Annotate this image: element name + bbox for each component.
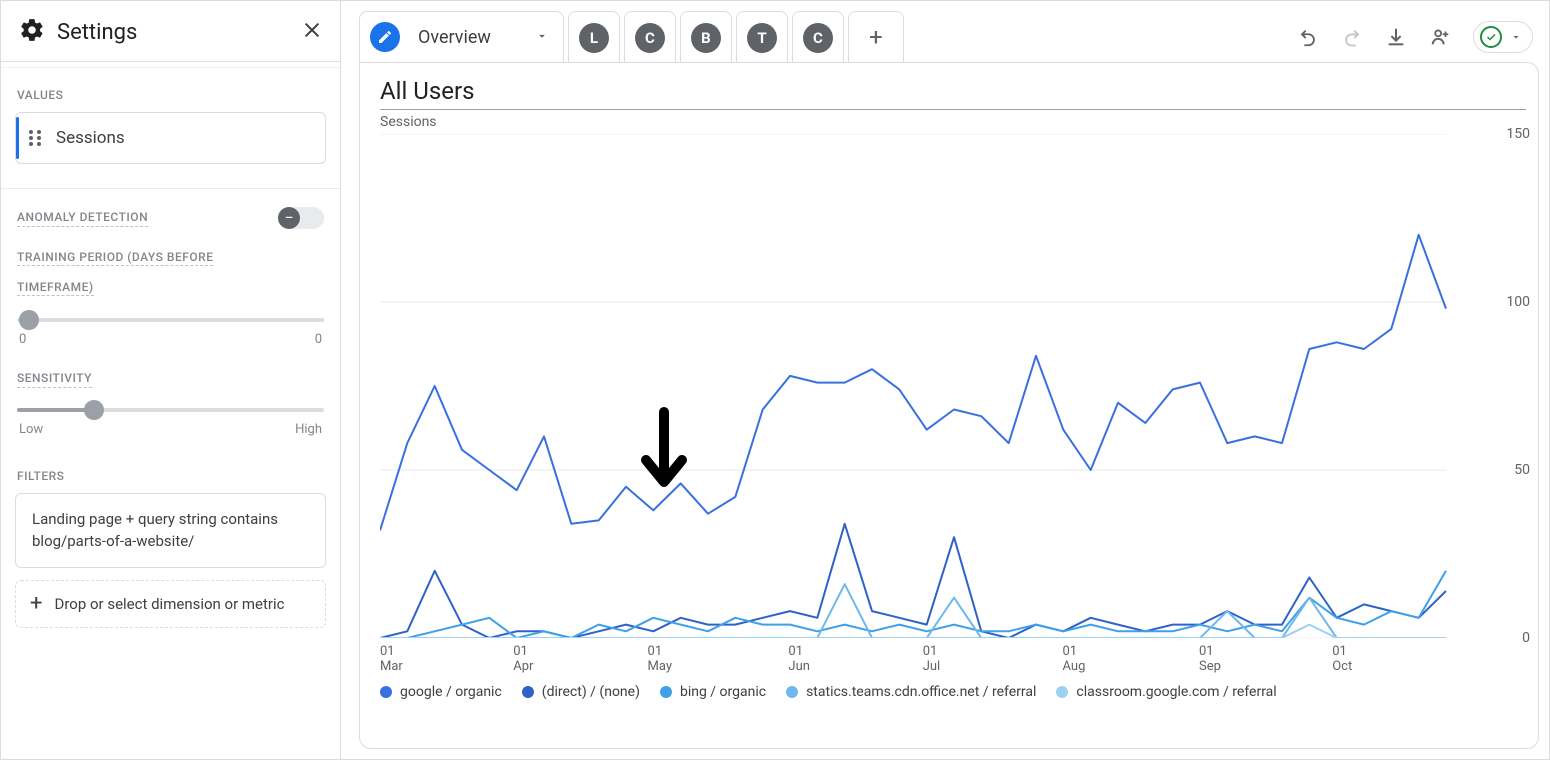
training-slider-min: 0 [19,332,26,347]
legend-dot-icon [1056,686,1068,698]
download-icon[interactable] [1385,26,1407,48]
x-tick-label: 01Oct [1332,644,1352,674]
chart-area: 050100150 01Mar01Apr01May01Jun01Jul01Aug… [380,134,1526,638]
chevron-down-icon [1510,31,1522,43]
close-icon[interactable] [302,20,322,44]
tab-circle-1[interactable]: C [624,11,676,63]
tab-circle-badge: T [747,23,777,53]
legend-dot-icon [522,686,534,698]
filter-card[interactable]: Landing page + query string contains blo… [15,493,326,568]
training-period-slider[interactable] [17,318,324,322]
training-period-label: TRAINING PERIOD (DAYS BEFORE TIMEFRAME) [11,241,330,312]
card-subtitle: Sessions [380,114,1526,130]
app-root: Settings VALUES Sessions ANOMALY DETECTI… [0,0,1550,760]
gear-icon [19,17,45,47]
tab-circle-2[interactable]: B [680,11,732,63]
drag-handle-icon[interactable] [28,129,42,147]
training-slider-max: 0 [315,332,322,347]
pencil-icon [370,22,400,52]
legend-dot-icon [660,686,672,698]
card-title: All Users [380,77,1526,110]
legend-dot-icon [786,686,798,698]
legend-label: statics.teams.cdn.office.net / referral [806,684,1036,700]
tab-circle-badge: C [635,23,665,53]
x-tick-label: 01Aug [1063,644,1086,674]
plus-icon: + [30,593,42,615]
sensitivity-low-label: Low [19,422,43,437]
sensitivity-label: SENSITIVITY [17,371,92,388]
x-tick-label: 01Jun [788,644,810,674]
tab-circle-badge: C [803,23,833,53]
y-tick-label: 50 [1514,462,1530,478]
redo-icon[interactable] [1341,26,1363,48]
y-tick-label: 150 [1506,126,1530,142]
legend-label: (direct) / (none) [542,684,640,700]
settings-sidebar: Settings VALUES Sessions ANOMALY DETECTI… [1,1,341,759]
tab-circle-badge: L [579,23,609,53]
tab-bar: Overview LCBTC + [359,11,1539,63]
legend-item[interactable]: (direct) / (none) [522,684,640,700]
check-circle-icon [1480,26,1502,48]
tab-circle-badge: B [691,23,721,53]
values-chip-label: Sessions [56,128,125,148]
report-card: All Users Sessions 050100150 01Mar01Apr0… [359,62,1539,749]
x-tick-label: 01Sep [1199,644,1221,674]
x-tick-label: 01Jul [923,644,941,674]
filters-section-label: FILTERS [11,463,330,493]
share-icon[interactable] [1429,26,1451,48]
x-tick-label: 01Apr [513,644,533,674]
tab-overview-label: Overview [418,27,491,48]
drop-dimension-card[interactable]: + Drop or select dimension or metric [15,580,326,628]
chart-legend: google / organic (direct) / (none) bing / … [380,684,1526,700]
tab-circle-4[interactable]: C [792,11,844,63]
legend-item[interactable]: statics.teams.cdn.office.net / referral [786,684,1036,700]
legend-item[interactable]: google / organic [380,684,502,700]
anomaly-detection-label: ANOMALY DETECTION [17,210,148,227]
tab-circle-3[interactable]: T [736,11,788,63]
toggle-knob-icon: − [278,207,300,229]
legend-label: google / organic [400,684,502,700]
legend-label: bing / organic [680,684,766,700]
sensitivity-slider[interactable] [17,408,324,412]
x-tick-label: 01May [648,644,672,674]
sidebar-title: Settings [57,20,137,45]
y-tick-label: 0 [1522,630,1530,646]
add-tab-button[interactable]: + [848,11,904,63]
sensitivity-high-label: High [295,422,322,437]
anomaly-detection-toggle[interactable]: − [278,207,324,229]
x-tick-label: 01Mar [380,644,403,674]
status-pill[interactable] [1473,21,1533,53]
undo-icon[interactable] [1297,26,1319,48]
drop-dimension-label: Drop or select dimension or metric [54,595,284,613]
main-area: Overview LCBTC + All Users Sessions [341,1,1549,759]
tab-circle-0[interactable]: L [568,11,620,63]
values-section-label: VALUES [11,82,330,112]
sidebar-header: Settings [1,1,340,61]
legend-dot-icon [380,686,392,698]
line-chart[interactable] [380,134,1500,638]
values-chip-sessions[interactable]: Sessions [15,112,326,164]
legend-item[interactable]: bing / organic [660,684,766,700]
tab-overview[interactable]: Overview [359,11,564,63]
y-tick-label: 100 [1506,294,1530,310]
legend-item[interactable]: classroom.google.com / referral [1056,684,1276,700]
chevron-down-icon[interactable] [535,28,549,47]
legend-label: classroom.google.com / referral [1076,684,1276,700]
